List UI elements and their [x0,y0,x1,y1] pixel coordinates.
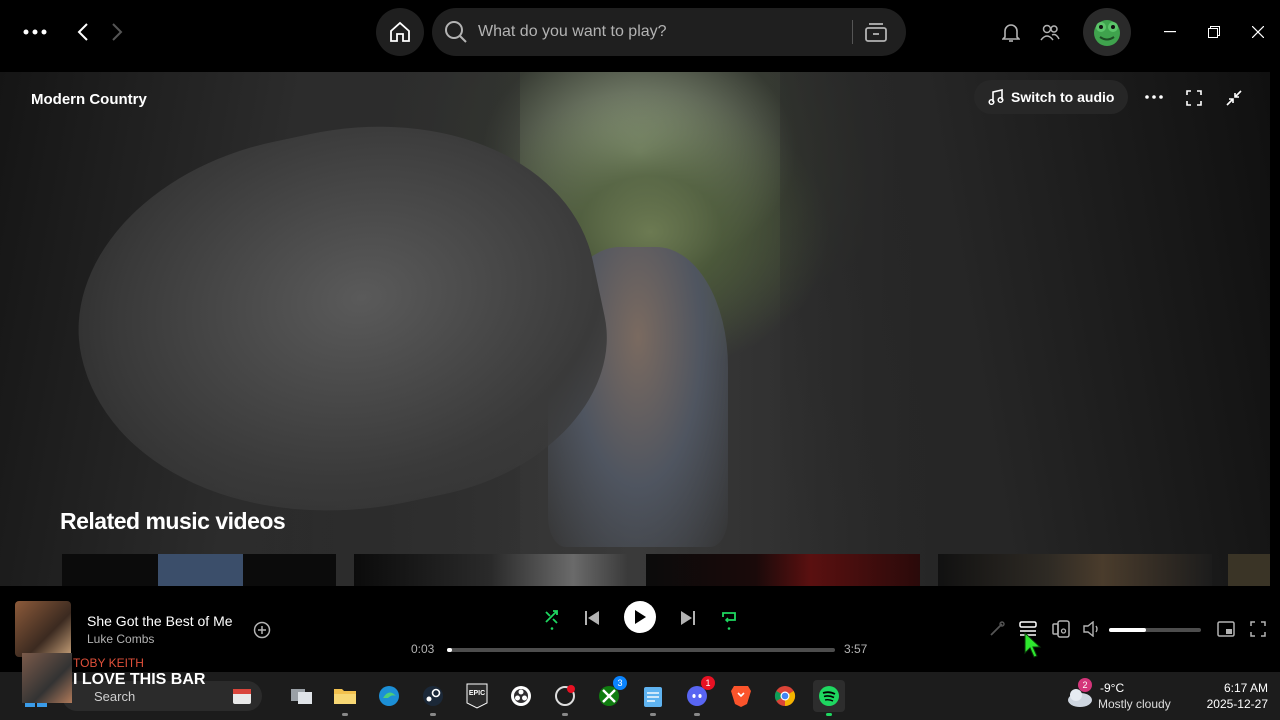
related-video-thumb[interactable] [62,554,336,586]
overlay-song: I LOVE THIS BAR [73,671,206,688]
edge-icon[interactable] [373,680,405,712]
switch-to-audio-label: Switch to audio [1011,89,1115,105]
discord-badge: 1 [701,676,715,690]
weather-desc: Mostly cloudy [1098,697,1171,711]
related-video-thumb[interactable] [1228,554,1270,586]
music-note-icon [988,89,1004,105]
related-video-thumb[interactable] [938,554,1212,586]
frog-avatar-icon [1094,20,1120,46]
weather-temp: -9°C [1100,681,1125,695]
weather-badge: 2 [1078,678,1092,692]
play-button[interactable] [624,601,656,633]
home-button[interactable] [376,8,424,56]
chrome-icon[interactable] [769,680,801,712]
switch-to-audio-button[interactable]: Switch to audio [974,80,1128,114]
running-indicator [694,713,700,716]
search-icon [444,20,468,44]
duration-time: 3:57 [844,642,868,656]
add-to-library-icon[interactable] [252,620,272,640]
playlist-title[interactable]: Modern Country [31,91,147,108]
avatar[interactable] [1083,8,1131,56]
task-view-icon[interactable] [286,680,318,712]
progress-fill [447,648,453,652]
bell-icon[interactable] [1000,21,1022,43]
running-indicator [650,713,656,716]
related-video-thumb[interactable] [354,554,628,586]
volume-fill [1109,628,1146,632]
related-video-thumb[interactable] [646,554,920,586]
minimize-icon[interactable] [1160,22,1180,42]
restore-icon[interactable] [1204,22,1224,42]
volume-slider[interactable] [1109,628,1201,632]
forward-icon[interactable] [106,20,128,44]
search-divider [852,20,853,44]
track-artist[interactable]: Luke Combs [87,632,154,646]
notepad-icon[interactable] [637,680,669,716]
mouse-cursor-icon [1024,631,1042,663]
clock-date: 2025-12-27 [1206,697,1268,711]
overlay-artist: TOBY KEITH [73,656,144,670]
search-bar[interactable] [432,8,906,56]
video-frame-right [780,72,1270,586]
xbox-badge: 3 [613,676,627,690]
lyrics-icon[interactable] [987,619,1007,639]
connect-device-icon[interactable] [1051,619,1071,639]
smart-shuffle-icon[interactable] [542,608,562,630]
home-icon [390,21,410,42]
fullscreen-icon[interactable] [1184,88,1204,108]
steam-icon[interactable] [417,680,449,716]
running-indicator [430,713,436,716]
svg-text:EPIC: EPIC [469,690,485,697]
obs-icon[interactable] [505,680,537,712]
epic-games-icon[interactable]: EPIC [461,680,493,712]
running-indicator [826,713,832,716]
brave-icon[interactable] [725,680,757,712]
running-indicator [562,713,568,716]
fullscreen-player-icon[interactable] [1248,619,1268,639]
video-player[interactable]: Modern Country Switch to audio Related m… [0,72,1270,586]
video-more-icon[interactable] [1143,88,1165,106]
top-bar [0,0,1280,64]
related-videos-row [62,554,1270,586]
discord-icon[interactable]: 1 [681,676,715,716]
track-title[interactable]: She Got the Best of Me [87,613,233,629]
overlay-album-art [22,653,72,703]
next-icon[interactable] [678,609,698,627]
running-indicator [342,713,348,716]
progress-bar[interactable] [447,648,835,652]
more-menu-icon[interactable] [22,20,48,44]
browse-icon[interactable] [864,20,888,44]
friends-activity-icon[interactable] [1039,21,1061,43]
repeat-icon[interactable] [718,608,740,630]
recording-app-icon[interactable] [549,680,581,716]
miniplayer-icon[interactable] [1215,619,1237,639]
close-icon[interactable] [1248,22,1268,42]
clock-time: 6:17 AM [1223,681,1268,695]
xbox-icon[interactable]: 3 [593,676,627,712]
back-icon[interactable] [72,20,94,44]
now-playing-overlay: TOBY KEITH I LOVE THIS BAR [22,647,242,707]
play-icon [635,610,646,624]
playback-controls [536,600,744,636]
system-clock[interactable]: 6:17 AM 2025-12-27 [1192,680,1268,712]
spotify-taskbar-icon[interactable] [813,680,845,716]
weather-widget[interactable]: 2 -9°C Mostly cloudy [1066,678,1186,714]
related-videos-heading: Related music videos [60,508,286,534]
elapsed-time: 0:03 [411,642,435,656]
volume-icon[interactable] [1082,619,1102,639]
previous-icon[interactable] [582,609,602,627]
search-input[interactable] [478,23,838,41]
collapse-icon[interactable] [1224,88,1244,108]
file-explorer-icon[interactable] [329,680,361,716]
